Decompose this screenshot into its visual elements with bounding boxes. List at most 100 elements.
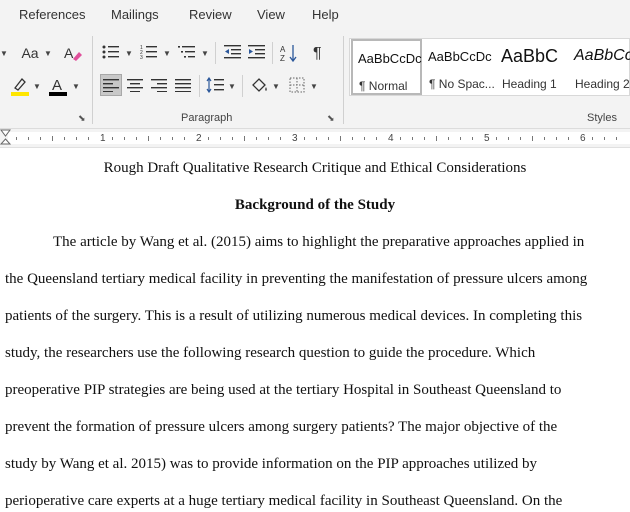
highlight-color-button[interactable] bbox=[8, 74, 32, 98]
indent-marker-icon[interactable] bbox=[0, 129, 12, 147]
bullets-button[interactable] bbox=[100, 41, 122, 63]
ruler-tick bbox=[556, 137, 557, 140]
decrease-indent-icon bbox=[224, 45, 241, 59]
ruler-tick bbox=[256, 137, 257, 140]
document-title: Rough Draft Qualitative Research Critiqu… bbox=[103, 160, 527, 176]
ruler-tick bbox=[364, 137, 365, 140]
group-divider bbox=[92, 36, 93, 124]
menu-references[interactable]: References bbox=[19, 7, 85, 22]
style-no-spacing[interactable]: AaBbCcDc ¶ No Spac... bbox=[423, 39, 495, 95]
ruler-tick bbox=[376, 137, 377, 140]
font-color-bar bbox=[49, 92, 67, 96]
chevron-down-icon[interactable]: ▼ bbox=[0, 49, 8, 58]
menu-review[interactable]: Review bbox=[189, 7, 232, 22]
style-heading-1[interactable]: AaBbC Heading 1 bbox=[496, 39, 568, 95]
chevron-down-icon[interactable]: ▼ bbox=[201, 49, 209, 58]
align-center-icon bbox=[127, 79, 143, 92]
body-line: perioperative care experts at a huge ter… bbox=[5, 493, 563, 509]
justify-icon bbox=[175, 79, 191, 92]
paragraph-dialog-launcher-icon[interactable]: ⬊ bbox=[327, 113, 335, 124]
line-spacing-icon bbox=[206, 77, 224, 93]
ruler-tick bbox=[16, 137, 17, 140]
ruler-number: 1 bbox=[100, 133, 106, 144]
ruler-tick bbox=[124, 137, 125, 140]
numbering-button[interactable]: 1 2 3 bbox=[138, 41, 160, 63]
document-page[interactable]: Rough Draft Qualitative Research Critiqu… bbox=[0, 148, 630, 512]
ruler-tick bbox=[28, 137, 29, 140]
style-name: ¶ No Spac... bbox=[429, 77, 495, 91]
chevron-down-icon[interactable]: ▼ bbox=[33, 82, 41, 91]
ruler-tick bbox=[436, 136, 437, 141]
ruler-tick bbox=[460, 137, 461, 140]
font-color-icon: A bbox=[49, 77, 67, 96]
menu-view[interactable]: View bbox=[257, 7, 285, 22]
align-right-button[interactable] bbox=[148, 74, 170, 96]
body-line: study, the researchers use the following… bbox=[5, 345, 536, 361]
style-sample: AaBbCcDc bbox=[428, 49, 492, 64]
menu-help[interactable]: Help bbox=[312, 7, 339, 22]
ruler-number: 6 bbox=[580, 133, 586, 144]
chevron-down-icon[interactable]: ▼ bbox=[163, 49, 171, 58]
ruler-tick bbox=[148, 136, 149, 141]
chevron-down-icon[interactable]: ▼ bbox=[125, 49, 133, 58]
ruler-number: 3 bbox=[292, 133, 298, 144]
svg-text:A: A bbox=[280, 45, 286, 54]
ruler-tick bbox=[352, 137, 353, 140]
numbering-icon: 1 2 3 bbox=[140, 45, 157, 60]
ruler-tick bbox=[412, 137, 413, 140]
font-color-button[interactable]: A bbox=[46, 74, 70, 98]
body-line: patients of the surgery. This is a resul… bbox=[5, 308, 583, 324]
align-left-button[interactable] bbox=[100, 74, 122, 96]
style-name: ¶ Normal bbox=[359, 79, 408, 93]
style-name: Heading 2 bbox=[575, 77, 630, 91]
justify-button[interactable] bbox=[172, 74, 194, 96]
style-heading-2[interactable]: AaBbCc Heading 2 bbox=[569, 39, 630, 95]
ruler-tick bbox=[112, 137, 113, 140]
menu-mailings[interactable]: Mailings bbox=[111, 7, 159, 22]
increase-indent-button[interactable] bbox=[246, 41, 268, 63]
ruler-track: 1 2 3 4 5 6 bbox=[8, 132, 630, 144]
body-line: the Queensland tertiary medical facility… bbox=[5, 271, 588, 287]
style-normal[interactable]: AaBbCcDc ¶ Normal bbox=[351, 39, 422, 95]
style-sample: AaBbC bbox=[501, 46, 559, 66]
ruler-tick bbox=[520, 137, 521, 140]
svg-text:A: A bbox=[64, 45, 74, 61]
chevron-down-icon[interactable]: ▼ bbox=[272, 82, 280, 91]
clear-formatting-button[interactable]: A bbox=[60, 41, 84, 65]
pilcrow-icon: ¶ bbox=[313, 45, 322, 61]
horizontal-ruler[interactable]: 1 2 3 4 5 6 bbox=[0, 129, 630, 148]
chevron-down-icon[interactable]: ▼ bbox=[44, 49, 52, 58]
multilevel-list-button[interactable] bbox=[176, 41, 198, 63]
ruler-tick bbox=[604, 137, 605, 140]
ruler-tick bbox=[448, 137, 449, 140]
body-line: preoperative PIP strategies are being us… bbox=[5, 382, 562, 398]
font-dialog-launcher-icon[interactable]: ⬊ bbox=[78, 113, 86, 124]
section-heading: Background of the Study bbox=[234, 197, 396, 213]
ruler-tick bbox=[208, 137, 209, 140]
shading-button[interactable] bbox=[248, 74, 270, 96]
borders-button[interactable] bbox=[286, 74, 308, 96]
body-line: The article by Wang et al. (2015) aims t… bbox=[53, 234, 585, 250]
group-divider bbox=[215, 42, 216, 64]
align-left-icon bbox=[103, 79, 119, 92]
sort-button[interactable]: A Z bbox=[278, 41, 300, 65]
increase-indent-icon bbox=[248, 45, 265, 59]
align-center-button[interactable] bbox=[124, 74, 146, 96]
chevron-down-icon[interactable]: ▼ bbox=[228, 82, 236, 91]
align-right-icon bbox=[151, 79, 167, 92]
borders-icon bbox=[289, 77, 305, 93]
group-divider bbox=[199, 75, 200, 97]
chevron-down-icon[interactable]: ▼ bbox=[72, 82, 80, 91]
group-divider bbox=[272, 42, 273, 64]
highlight-color-bar bbox=[11, 92, 29, 96]
line-spacing-button[interactable] bbox=[204, 74, 226, 96]
chevron-down-icon[interactable]: ▼ bbox=[310, 82, 318, 91]
ruler-tick bbox=[76, 137, 77, 140]
decrease-indent-button[interactable] bbox=[222, 41, 244, 63]
ruler-tick bbox=[508, 137, 509, 140]
change-case-button[interactable]: Aa bbox=[17, 42, 43, 64]
ruler-tick bbox=[424, 137, 425, 140]
svg-text:¶: ¶ bbox=[313, 45, 322, 61]
ruler-tick bbox=[184, 137, 185, 140]
show-formatting-button[interactable]: ¶ bbox=[308, 41, 330, 63]
